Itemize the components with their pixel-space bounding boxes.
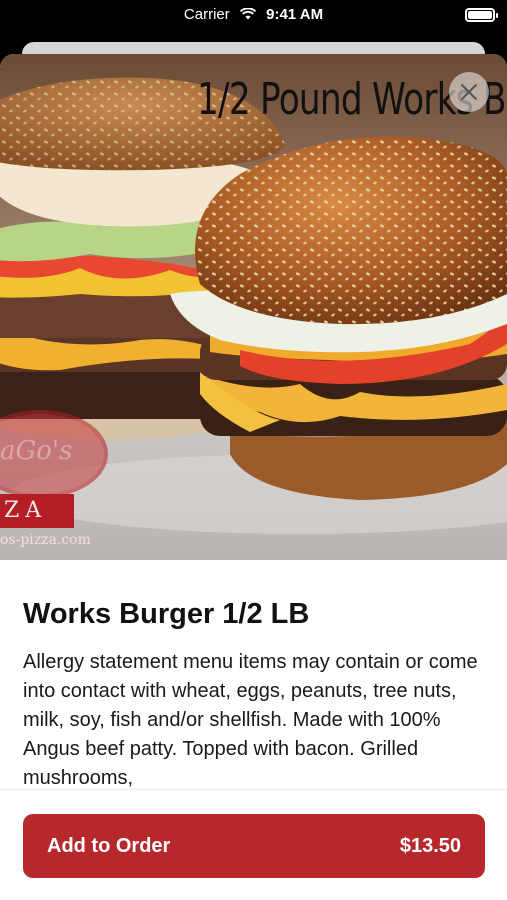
- item-title: Works Burger 1/2 LB: [23, 598, 310, 630]
- logo-script-text: aGo's: [0, 436, 73, 466]
- add-to-order-button[interactable]: Add to Order $13.50: [23, 814, 485, 878]
- status-time: 9:41 AM: [266, 6, 324, 23]
- status-center: Carrier 9:41 AM: [0, 6, 507, 23]
- add-to-order-label: Add to Order: [47, 834, 171, 857]
- close-button[interactable]: [449, 72, 489, 112]
- item-description: Allergy statement menu items may contain…: [23, 651, 478, 789]
- logo-block-text: ZA: [0, 494, 74, 528]
- wifi-icon: [239, 8, 256, 20]
- burger-illustration: [0, 54, 507, 560]
- battery-icon: [465, 8, 498, 22]
- carrier-label: Carrier: [183, 6, 230, 23]
- status-bar: Carrier 9:41 AM: [0, 0, 507, 34]
- item-price: $13.50: [399, 834, 461, 857]
- close-icon: [461, 84, 477, 100]
- order-footer: Add to Order $13.50: [0, 789, 507, 900]
- item-content: Works Burger 1/2 LB Allergy statement me…: [23, 596, 485, 794]
- item-photo: 1/2 Pound Works B aGo's ZA os-pizza.com: [0, 54, 507, 560]
- logo-url-text: os-pizza.com: [0, 532, 91, 548]
- item-detail-sheet: 1/2 Pound Works B aGo's ZA os-pizza.com …: [0, 54, 507, 900]
